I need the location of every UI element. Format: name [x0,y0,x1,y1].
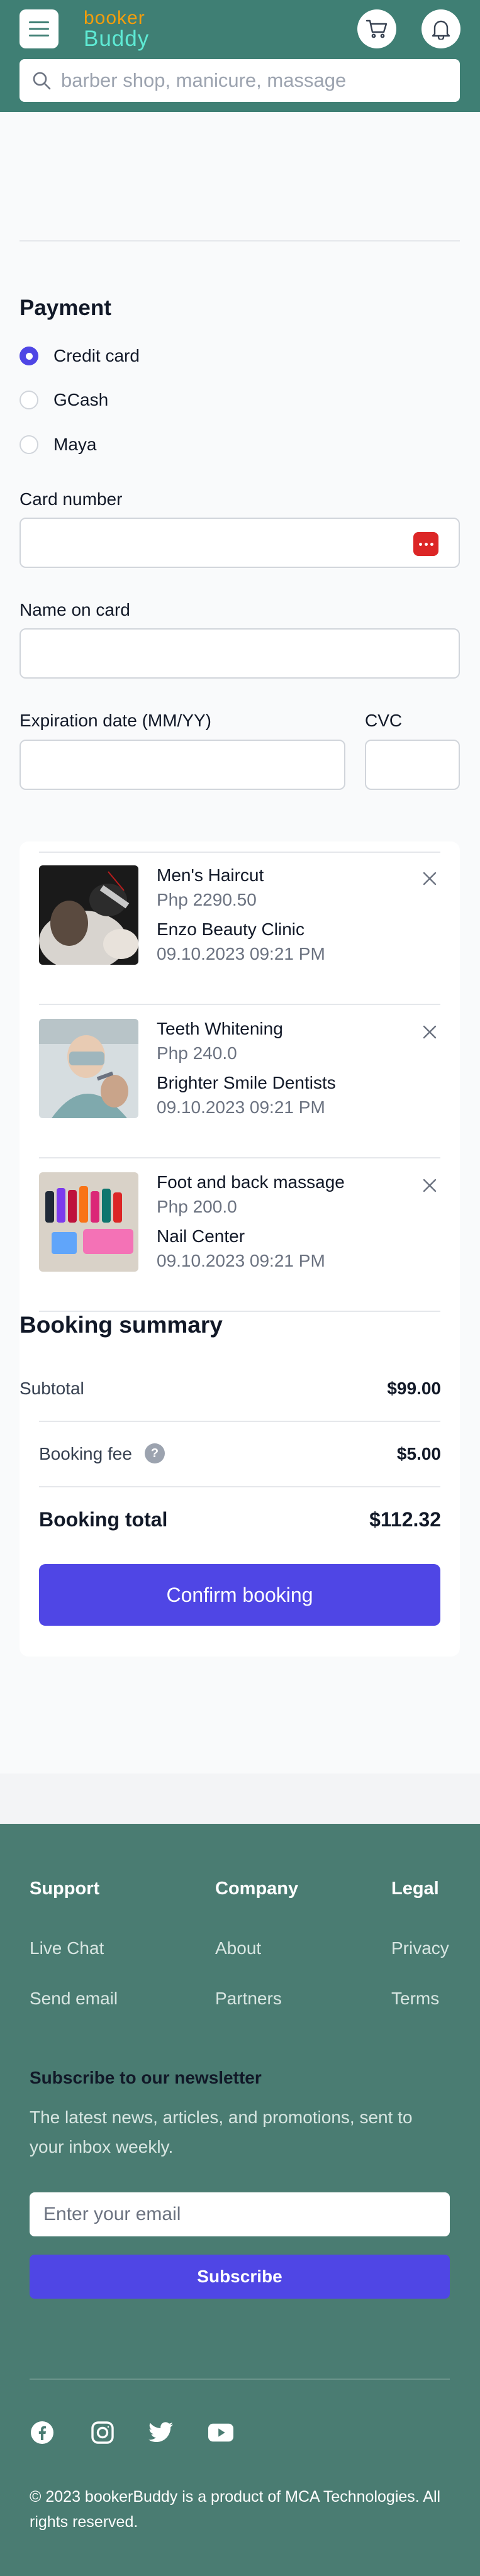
subscribe-button[interactable]: Subscribe [30,2255,450,2299]
radio-unselected[interactable] [20,391,38,409]
item-divider [39,1004,440,1005]
expiration-label: Expiration date (MM/YY) [20,711,211,730]
item-divider [39,1157,440,1158]
summary-divider [39,1486,440,1487]
cvc-field[interactable] [365,740,460,790]
close-icon [423,1179,437,1192]
card-number-field[interactable] [20,518,460,568]
summary-title: Booking summary [20,1312,223,1338]
remove-item-button[interactable] [419,868,440,889]
cvc-label: CVC [365,711,403,730]
subtotal-value: $99.00 [387,1379,441,1398]
card-number-label: Card number [20,489,123,509]
youtube-icon[interactable] [208,2420,233,2445]
legal-heading: Legal [391,1879,439,1899]
booking-fee-label: Booking fee [39,1444,132,1463]
radio-label: Credit card [53,346,140,365]
radio-maya[interactable]: Maya [20,435,96,455]
radio-gcash[interactable]: GCash [20,390,108,410]
card-autofill-icon[interactable] [413,532,438,556]
bell-icon [432,20,450,40]
name-on-card-field[interactable] [20,628,460,679]
remove-item-button[interactable] [419,1175,440,1196]
footer-link-about[interactable]: About [215,1938,261,1958]
radio-selected[interactable] [20,347,38,365]
support-heading: Support [30,1879,100,1899]
facebook-icon[interactable] [30,2420,55,2445]
footer-link-partners[interactable]: Partners [215,1989,282,2009]
footer-divider [30,2379,450,2380]
subtotal-label: Subtotal [20,1379,84,1398]
logo-line-1: booker [84,8,145,28]
hamburger-icon [29,21,49,36]
item-datetime: 09.10.2023 09:21 PM [157,1097,325,1117]
booking-total-value: $112.32 [369,1508,441,1531]
search-icon [33,72,51,90]
radio-label: Maya [53,435,97,454]
twitter-icon[interactable] [148,2420,174,2445]
company-heading: Company [215,1879,299,1899]
menu-button[interactable] [20,9,59,48]
search-input[interactable]: barber shop, manicure, massage [20,59,460,102]
item-price: Php 2290.50 [157,890,257,909]
logo[interactable]: booker Buddy [84,9,149,50]
remove-item-button[interactable] [419,1021,440,1043]
instagram-icon[interactable] [90,2420,115,2445]
newsletter-description: The latest news, articles, and promotion… [30,2107,413,2157]
summary-divider [39,1421,440,1422]
cart-icon [366,19,388,38]
section-divider [20,240,460,242]
payment-title: Payment [20,296,111,320]
item-name: Foot and back massage [157,1172,345,1192]
app-header: booker Buddy barber shop, manicure, mass… [0,0,480,112]
item-vendor: Brighter Smile Dentists [157,1073,336,1092]
newsletter-email-input[interactable]: Enter your email [30,2192,450,2236]
radio-credit-card[interactable]: Credit card [20,346,140,366]
item-price: Php 240.0 [157,1043,237,1063]
close-icon [423,1025,437,1039]
item-image-massage [39,1172,138,1272]
booking-fee-value: $5.00 [396,1444,441,1463]
item-image-teeth [39,1019,138,1118]
cart-button[interactable] [357,9,396,48]
notification-button[interactable] [421,9,460,48]
confirm-booking-button[interactable]: Confirm booking [39,1564,440,1626]
item-price: Php 200.0 [157,1197,237,1216]
footer-link-send-email[interactable]: Send email [30,1989,118,2009]
help-icon[interactable]: ? [145,1443,165,1463]
footer-link-terms[interactable]: Terms [391,1989,439,2009]
expiration-field[interactable] [20,740,345,790]
name-on-card-label: Name on card [20,600,130,619]
logo-line-2: Buddy [84,26,150,51]
close-icon [423,872,437,886]
newsletter-title: Subscribe to our newsletter [30,2068,262,2087]
newsletter-placeholder: Enter your email [43,2204,181,2224]
item-divider [39,852,440,853]
search-placeholder: barber shop, manicure, massage [61,69,347,91]
footer-link-live-chat[interactable]: Live Chat [30,1938,104,1958]
item-name: Men's Haircut [157,865,264,885]
radio-unselected[interactable] [20,435,38,454]
cart-card: Men's Haircut Php 2290.50 Enzo Beauty Cl… [20,841,460,1657]
item-name: Teeth Whitening [157,1019,283,1038]
booking-total-label: Booking total [39,1508,168,1531]
item-datetime: 09.10.2023 09:21 PM [157,944,325,963]
item-datetime: 09.10.2023 09:21 PM [157,1251,325,1270]
radio-label: GCash [53,390,109,409]
item-vendor: Enzo Beauty Clinic [157,919,305,939]
item-image-haircut [39,865,138,965]
item-vendor: Nail Center [157,1226,245,1246]
copyright-text: © 2023 bookerBuddy is a product of MCA T… [30,2488,441,2531]
footer-link-privacy[interactable]: Privacy [391,1938,449,1958]
